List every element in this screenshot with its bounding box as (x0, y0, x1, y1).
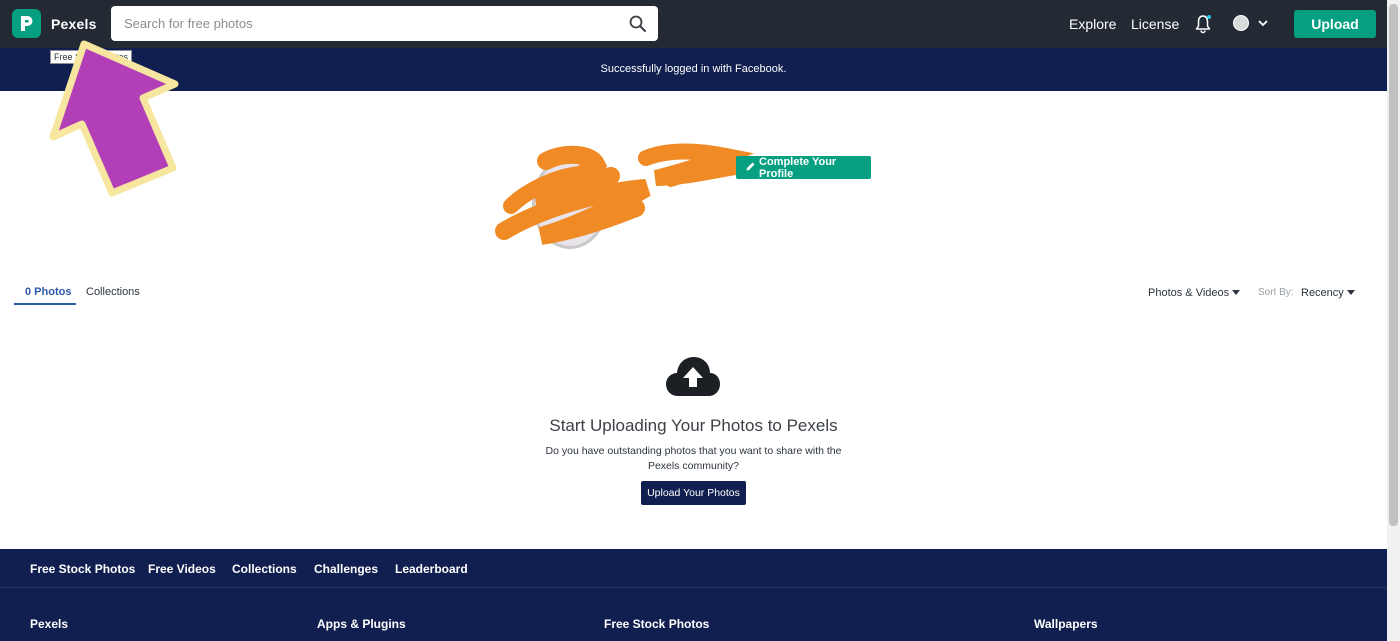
empty-state-title: Start Uploading Your Photos to Pexels (549, 416, 838, 435)
flash-banner: Successfully logged in with Facebook. (0, 48, 1387, 91)
footer-link-free-videos[interactable]: Free Videos (148, 562, 216, 576)
scrollbar-thumb[interactable] (1389, 4, 1398, 526)
caret-down-icon[interactable] (1347, 290, 1355, 295)
redaction-scribble (495, 143, 754, 245)
nav-license-link[interactable]: License (1131, 16, 1179, 32)
page: Pexels Explore License Upload Successful… (0, 0, 1400, 641)
footer-heading-apps-plugins: Apps & Plugins (317, 617, 406, 631)
footer-link-collections[interactable]: Collections (232, 562, 297, 576)
chevron-down-icon[interactable] (1257, 18, 1269, 28)
notification-dot (1207, 15, 1211, 19)
complete-profile-button[interactable]: Complete Your Profile (736, 156, 871, 180)
sort-dropdown[interactable]: Recency (1301, 287, 1344, 299)
footer-heading-pexels: Pexels (30, 617, 69, 631)
caret-down-icon[interactable] (1232, 290, 1240, 295)
active-tab-indicator (14, 303, 76, 305)
empty-state-description-line: Do you have outstanding photos that you … (545, 445, 842, 457)
pexels-logo-icon[interactable] (12, 9, 41, 38)
footer-heading-free-stock-photos: Free Stock Photos (604, 617, 710, 631)
annotation-arrow (49, 40, 179, 197)
flash-message: Successfully logged in with Facebook. (600, 63, 787, 75)
media-type-dropdown[interactable]: Photos & Videos (1148, 287, 1229, 299)
sort-by-label: Sort By: (1258, 287, 1294, 298)
user-avatar[interactable] (1233, 15, 1249, 31)
upload-your-photos-button[interactable]: Upload Your Photos (641, 481, 746, 505)
search-icon[interactable] (628, 14, 648, 34)
upload-button[interactable]: Upload (1294, 10, 1376, 38)
top-navbar: Pexels Explore License Upload (0, 0, 1387, 48)
search-input[interactable] (111, 6, 658, 41)
cloud-upload-icon (666, 357, 720, 396)
nav-explore-link[interactable]: Explore (1069, 16, 1116, 32)
brand-name[interactable]: Pexels (51, 16, 97, 32)
empty-state-description-line: Pexels community? (647, 460, 740, 472)
footer-divider (0, 587, 1387, 588)
tab-photos[interactable]: 0 Photos (25, 286, 71, 298)
footer-link-free-stock-photos[interactable]: Free Stock Photos (30, 562, 135, 576)
footer-link-leaderboard[interactable]: Leaderboard (395, 562, 468, 576)
footer: Free Stock Photos Free Videos Collection… (0, 549, 1387, 641)
tab-collections[interactable]: Collections (86, 286, 140, 298)
footer-heading-wallpapers: Wallpapers (1034, 617, 1098, 631)
footer-link-challenges[interactable]: Challenges (314, 562, 378, 576)
empty-state-description: Do you have outstanding photos that you … (543, 444, 844, 474)
pencil-icon (746, 162, 755, 171)
viewport: Pexels Explore License Upload Successful… (0, 0, 1387, 641)
